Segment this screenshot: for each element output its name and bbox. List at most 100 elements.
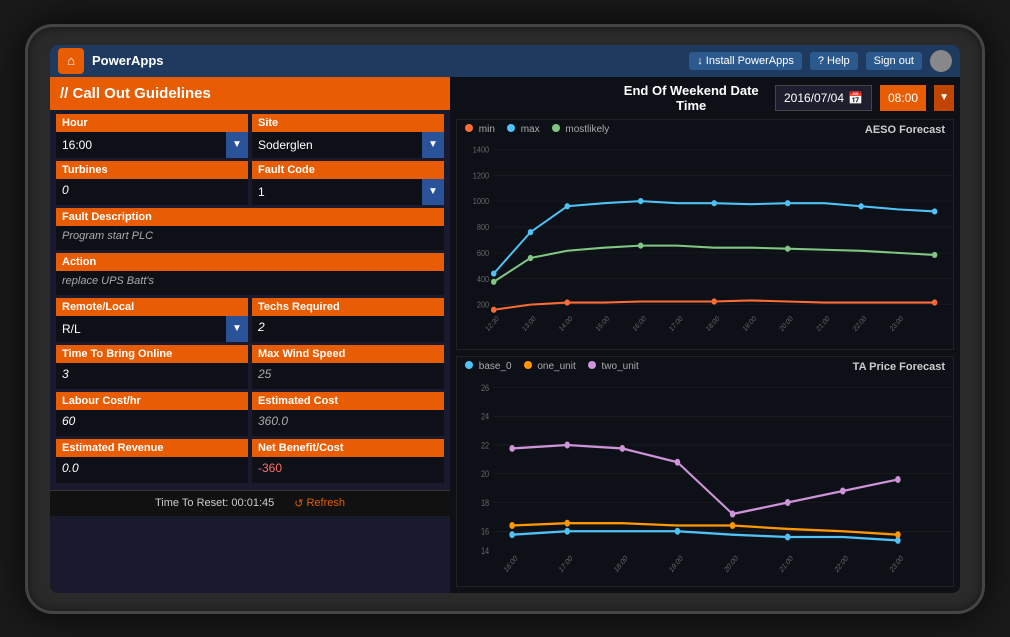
one-unit-dot [524, 361, 532, 369]
svg-text:18: 18 [481, 497, 489, 508]
svg-text:18:00: 18:00 [612, 553, 629, 574]
hour-field: Hour 16:00 ▼ [56, 114, 248, 158]
user-avatar [930, 50, 952, 72]
svg-text:19:00: 19:00 [667, 553, 684, 574]
techs-value[interactable]: 2 [252, 316, 444, 342]
calendar-icon[interactable]: 📅 [848, 91, 863, 105]
remote-label: Remote/Local [56, 298, 248, 316]
hour-label: Hour [56, 114, 248, 132]
svg-text:14:00: 14:00 [558, 315, 574, 333]
est-revenue-label: Estimated Revenue [56, 439, 248, 457]
site-label: Site [252, 114, 444, 132]
svg-text:22:00: 22:00 [833, 553, 850, 574]
topbar-actions: ↓ Install PowerApps ? Help Sign out [689, 50, 952, 72]
hour-select[interactable]: 16:00 ▼ [56, 132, 248, 158]
left-panel: // Call Out Guidelines Hour 16:00 ▼ Si [50, 77, 450, 593]
turbines-field: Turbines 0 [56, 161, 248, 205]
svg-text:22:00: 22:00 [852, 315, 868, 333]
aeso-chart-area: 1400 1200 1000 800 600 400 200 [457, 139, 953, 346]
datetime-bar: End Of Weekend Date Time 2016/07/04 📅 08… [456, 83, 954, 113]
aeso-title: AESO Forecast [865, 124, 945, 136]
site-value: Soderglen [252, 134, 422, 156]
min-dot [465, 124, 473, 132]
base-dot [465, 361, 473, 369]
fault-code-arrow[interactable]: ▼ [422, 179, 444, 205]
timer-text: Time To Reset: 00:01:45 [155, 497, 274, 509]
est-cost-label: Estimated Cost [252, 392, 444, 410]
remote-arrow[interactable]: ▼ [226, 316, 248, 342]
labour-cost-row: Labour Cost/hr 60 Estimated Cost 360.0 [56, 392, 444, 436]
signout-btn[interactable]: Sign out [866, 52, 922, 70]
svg-text:19:00: 19:00 [742, 315, 758, 333]
est-cost-field: Estimated Cost 360.0 [252, 392, 444, 436]
turbines-value[interactable]: 0 [56, 179, 248, 205]
remote-select[interactable]: R/L ▼ [56, 316, 248, 342]
site-dropdown-arrow[interactable]: ▼ [422, 132, 444, 158]
remote-techs-row: Remote/Local R/L ▼ Techs Required 2 [56, 298, 444, 342]
net-benefit-value[interactable]: -360 [252, 457, 444, 483]
refresh-icon: ↺ [294, 497, 303, 510]
fault-desc-value: Program start PLC [56, 226, 444, 250]
mostlikely-dot [552, 124, 560, 132]
max-wind-value[interactable]: 25 [252, 363, 444, 389]
fault-code-select[interactable]: 1 ▼ [252, 179, 444, 205]
svg-text:14: 14 [481, 545, 489, 556]
refresh-button[interactable]: ↺ Refresh [294, 497, 345, 510]
est-revenue-value[interactable]: 0.0 [56, 457, 248, 483]
est-revenue-field: Estimated Revenue 0.0 [56, 439, 248, 483]
techs-field: Techs Required 2 [252, 298, 444, 342]
action-label: Action [56, 253, 444, 271]
max-dot [507, 124, 515, 132]
labour-field: Labour Cost/hr 60 [56, 392, 248, 436]
max-legend: max [507, 124, 540, 135]
date-input[interactable]: 2016/07/04 📅 [775, 85, 872, 111]
svg-text:16:00: 16:00 [632, 315, 648, 333]
svg-text:17:00: 17:00 [557, 553, 574, 574]
svg-text:1200: 1200 [473, 170, 490, 180]
one-unit-legend: one_unit [524, 361, 576, 372]
est-cost-value[interactable]: 360.0 [252, 410, 444, 436]
time-dropdown-arrow[interactable]: ▼ [934, 85, 954, 111]
net-benefit-field: Net Benefit/Cost -360 [252, 439, 444, 483]
time-online-field: Time To Bring Online 3 [56, 345, 248, 389]
svg-text:23:00: 23:00 [888, 553, 905, 574]
revenue-net-row: Estimated Revenue 0.0 Net Benefit/Cost -… [56, 439, 444, 483]
time-online-label: Time To Bring Online [56, 345, 248, 363]
svg-text:21:00: 21:00 [815, 315, 831, 333]
time-input[interactable]: 08:00 [880, 85, 926, 111]
max-wind-field: Max Wind Speed 25 [252, 345, 444, 389]
right-panel: End Of Weekend Date Time 2016/07/04 📅 08… [450, 77, 960, 593]
main-content: // Call Out Guidelines Hour 16:00 ▼ Si [50, 77, 960, 593]
site-field: Site Soderglen ▼ [252, 114, 444, 158]
date-value: 2016/07/04 [784, 91, 844, 105]
topbar: ⌂ PowerApps ↓ Install PowerApps ? Help S… [50, 45, 960, 77]
techs-label: Techs Required [252, 298, 444, 316]
time-value: 08:00 [888, 91, 918, 105]
aeso-chart: min max mostlikely AESO Forecast [456, 119, 954, 350]
status-bar: Time To Reset: 00:01:45 ↺ Refresh [50, 490, 450, 516]
fault-code-label: Fault Code [252, 161, 444, 179]
help-btn[interactable]: ? Help [810, 52, 858, 70]
base-legend: base_0 [465, 361, 512, 372]
svg-text:20:00: 20:00 [723, 553, 740, 574]
svg-text:16:00: 16:00 [502, 553, 519, 574]
site-select[interactable]: Soderglen ▼ [252, 132, 444, 158]
max-wind-label: Max Wind Speed [252, 345, 444, 363]
svg-text:17:00: 17:00 [668, 315, 684, 333]
two-unit-legend: two_unit [588, 361, 639, 372]
svg-text:800: 800 [477, 222, 490, 232]
ta-chart-area: 26 24 22 20 18 16 14 [457, 376, 953, 583]
remote-value: R/L [56, 318, 226, 340]
datetime-label: End Of Weekend Date Time [615, 83, 766, 113]
time-online-value[interactable]: 3 [56, 363, 248, 389]
panel-header: // Call Out Guidelines [50, 77, 450, 110]
install-btn[interactable]: ↓ Install PowerApps [689, 52, 802, 70]
labour-value[interactable]: 60 [56, 410, 248, 436]
refresh-label: Refresh [306, 497, 345, 509]
svg-text:20:00: 20:00 [779, 315, 795, 333]
hour-dropdown-arrow[interactable]: ▼ [226, 132, 248, 158]
ta-chart: base_0 one_unit two_unit TA Price Foreca… [456, 356, 954, 587]
home-icon[interactable]: ⌂ [58, 48, 84, 74]
svg-text:1400: 1400 [473, 145, 490, 155]
svg-text:24: 24 [481, 410, 489, 421]
